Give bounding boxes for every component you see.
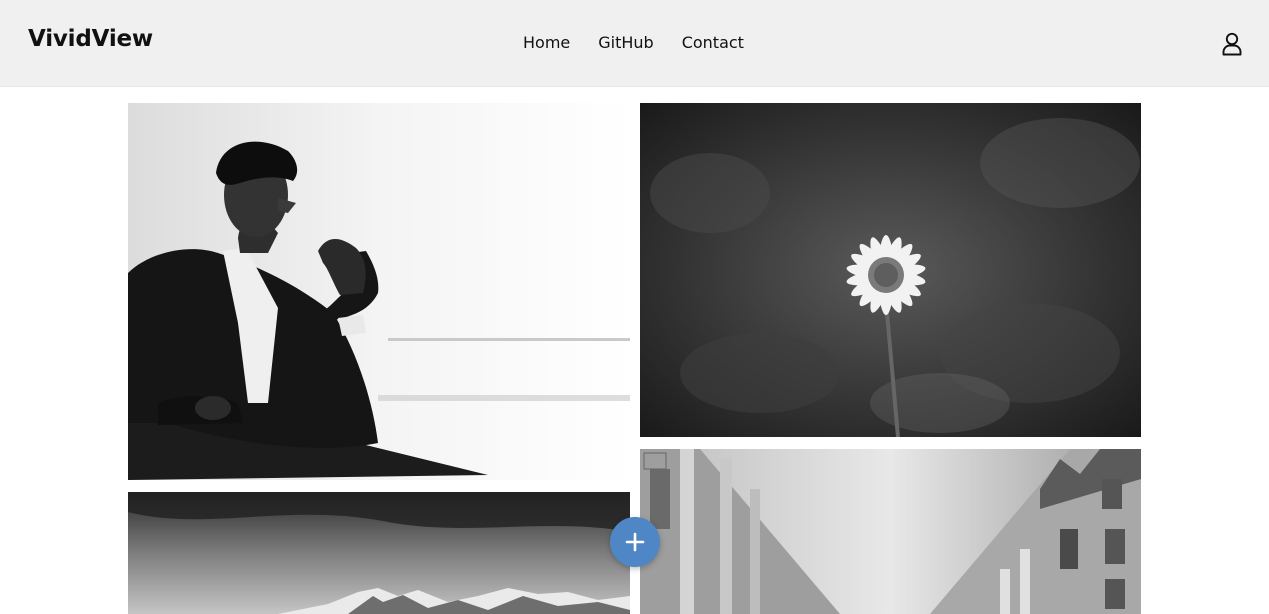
plus-icon (625, 532, 645, 552)
street-image (640, 449, 1141, 614)
nav-home-link[interactable]: Home (523, 32, 570, 54)
gallery-image-man[interactable] (128, 103, 630, 480)
flower-image (640, 103, 1141, 437)
brand-logo[interactable]: VividView (28, 26, 153, 52)
gallery-image-street[interactable] (640, 449, 1141, 614)
man-portrait-image (128, 103, 630, 480)
nav-contact-link[interactable]: Contact (682, 32, 744, 54)
gallery-image-flower[interactable] (640, 103, 1141, 437)
user-icon[interactable] (1219, 31, 1245, 57)
nav-github-link[interactable]: GitHub (598, 32, 653, 54)
top-navbar: VividView Home GitHub Contact (0, 0, 1269, 87)
mountains-image (128, 492, 630, 614)
main-nav: Home GitHub Contact (523, 32, 744, 54)
add-image-button[interactable] (610, 517, 660, 567)
gallery-image-mountains[interactable] (128, 492, 630, 614)
